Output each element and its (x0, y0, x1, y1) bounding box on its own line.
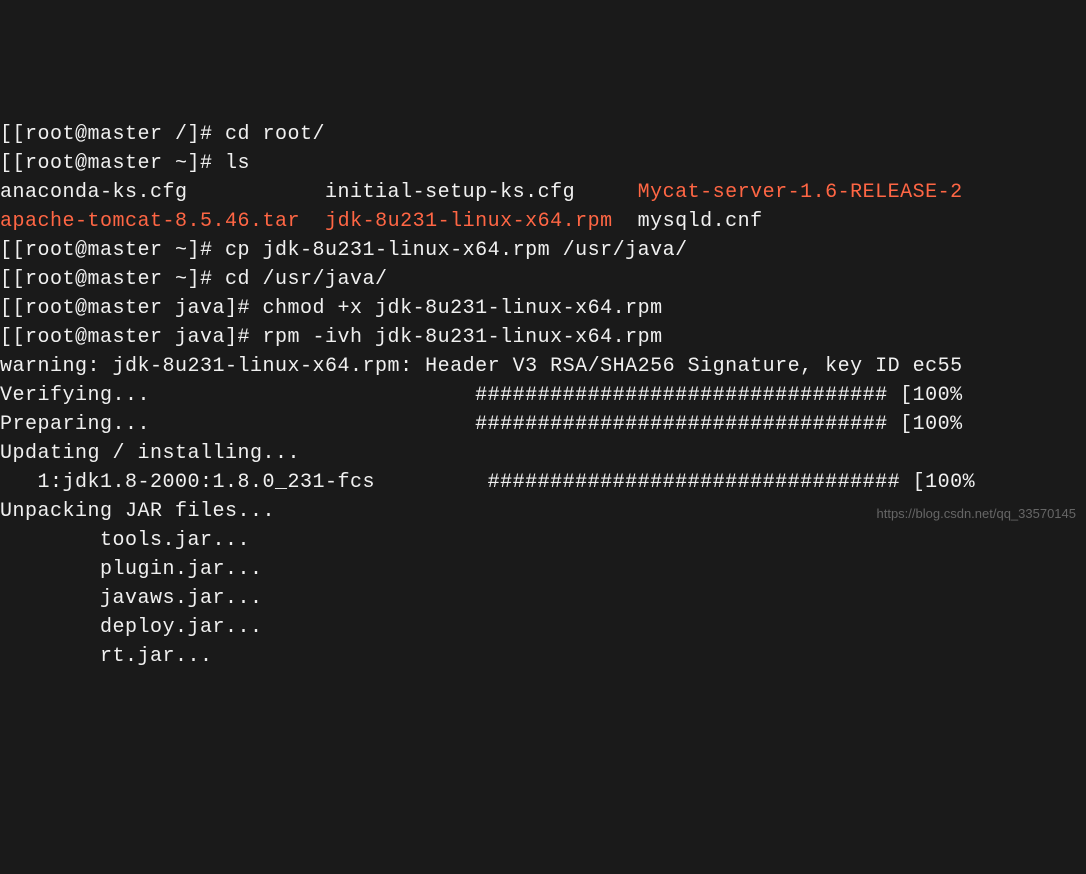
file-highlight: Mycat-server-1.6-RELEASE-2 (638, 181, 963, 204)
terminal-line: anaconda-ks.cfg initial-setup-ks.cfg Myc… (0, 178, 1086, 207)
terminal-line: deploy.jar... (0, 613, 1086, 642)
terminal-text: javaws.jar... (0, 587, 263, 610)
terminal-text: Unpacking JAR files... (0, 500, 275, 523)
terminal-line: Verifying... ###########################… (0, 381, 1086, 410)
terminal-line: [[root@master ~]# ls (0, 149, 1086, 178)
terminal-text: deploy.jar... (0, 616, 263, 639)
terminal-line: [[root@master ~]# cp jdk-8u231-linux-x64… (0, 236, 1086, 265)
terminal-line: Updating / installing... (0, 439, 1086, 468)
terminal-text: rt.jar... (0, 645, 213, 668)
terminal-text: mysqld.cnf (613, 210, 763, 233)
terminal-text: [[root@master ~]# cp jdk-8u231-linux-x64… (0, 239, 688, 262)
terminal-text: plugin.jar... (0, 558, 263, 581)
terminal-text: Preparing... ###########################… (0, 413, 963, 436)
terminal-text: anaconda-ks.cfg initial-setup-ks.cfg (0, 181, 638, 204)
terminal-text: [[root@master java]# rpm -ivh jdk-8u231-… (0, 326, 663, 349)
terminal-line: Preparing... ###########################… (0, 410, 1086, 439)
terminal-line: [[root@master java]# chmod +x jdk-8u231-… (0, 294, 1086, 323)
terminal-text: tools.jar... (0, 529, 250, 552)
terminal-line: javaws.jar... (0, 584, 1086, 613)
terminal-text: Updating / installing... (0, 442, 300, 465)
terminal-text: [[root@master /]# cd root/ (0, 123, 325, 146)
file-highlight: jdk-8u231-linux-x64.rpm (325, 210, 613, 233)
terminal-line: [[root@master java]# rpm -ivh jdk-8u231-… (0, 323, 1086, 352)
terminal-text: [[root@master ~]# cd /usr/java/ (0, 268, 388, 291)
watermark-text: https://blog.csdn.net/qq_33570145 (877, 505, 1077, 524)
terminal-line: rt.jar... (0, 642, 1086, 671)
terminal-text (300, 210, 325, 233)
terminal-text: warning: jdk-8u231-linux-x64.rpm: Header… (0, 355, 963, 378)
terminal-output[interactable]: [[root@master /]# cd root/ [[root@master … (0, 120, 1086, 671)
terminal-line: [[root@master ~]# cd /usr/java/ (0, 265, 1086, 294)
terminal-text: 1:jdk1.8-2000:1.8.0_231-fcs ############… (0, 471, 975, 494)
file-highlight: apache-tomcat-8.5.46.tar (0, 210, 300, 233)
terminal-line: [[root@master /]# cd root/ (0, 120, 1086, 149)
terminal-line: warning: jdk-8u231-linux-x64.rpm: Header… (0, 352, 1086, 381)
terminal-text: [[root@master ~]# ls (0, 152, 250, 175)
terminal-text: Verifying... ###########################… (0, 384, 963, 407)
terminal-line: apache-tomcat-8.5.46.tar jdk-8u231-linux… (0, 207, 1086, 236)
terminal-text: [[root@master java]# chmod +x jdk-8u231-… (0, 297, 663, 320)
terminal-line: plugin.jar... (0, 555, 1086, 584)
terminal-line: tools.jar... (0, 526, 1086, 555)
terminal-line: 1:jdk1.8-2000:1.8.0_231-fcs ############… (0, 468, 1086, 497)
